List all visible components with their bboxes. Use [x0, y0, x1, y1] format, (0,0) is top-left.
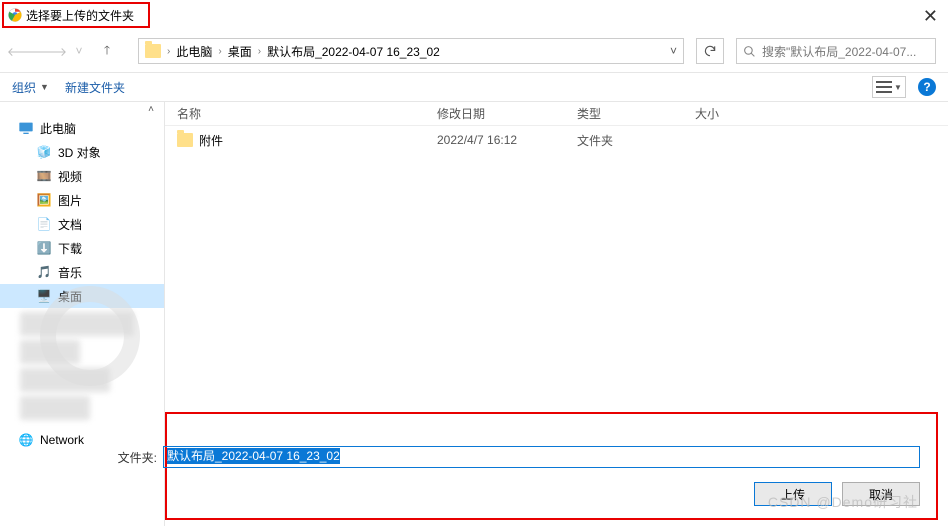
footer-box: 文件夹: 默认布局_2022-04-07 16_23_02 上传 取消 — [165, 412, 938, 520]
close-button[interactable]: ✕ — [923, 6, 938, 27]
folder-name-input[interactable]: 默认布局_2022-04-07 16_23_02 — [163, 446, 920, 468]
sidebar-item-desktop[interactable]: 🖥️桌面 — [0, 284, 164, 308]
folder-icon — [145, 44, 161, 58]
network-icon: 🌐 — [18, 432, 34, 448]
sidebar-item-this-pc[interactable]: 此电脑 — [0, 116, 164, 140]
refresh-button[interactable] — [696, 38, 724, 64]
file-type: 文件夹 — [577, 132, 695, 149]
upload-button[interactable]: 上传 — [754, 482, 832, 506]
file-row[interactable]: 附件 2022/4/7 16:12 文件夹 — [165, 126, 948, 154]
sidebar-item-redacted — [20, 396, 90, 420]
cancel-button[interactable]: 取消 — [842, 482, 920, 506]
video-icon: 🎞️ — [36, 168, 52, 184]
chevron-right-icon: › — [218, 46, 221, 57]
search-icon — [743, 45, 756, 58]
recent-dropdown[interactable]: ˅ — [68, 40, 90, 62]
file-date: 2022/4/7 16:12 — [437, 133, 577, 147]
search-placeholder: 搜索"默认布局_2022-04-07... — [762, 43, 916, 60]
breadcrumb[interactable]: 默认布局_2022-04-07 16_23_02 — [267, 43, 440, 60]
breadcrumb[interactable]: 桌面 — [228, 43, 252, 60]
new-folder-button[interactable]: 新建文件夹 — [65, 79, 125, 96]
cube-icon: 🧊 — [36, 144, 52, 160]
sidebar-item-videos[interactable]: 🎞️视频 — [0, 164, 164, 188]
column-header-date[interactable]: 修改日期 — [437, 105, 577, 122]
sidebar-item-music[interactable]: 🎵音乐 — [0, 260, 164, 284]
folder-icon — [177, 133, 193, 147]
file-list-pane: 名称 修改日期 类型 大小 附件 2022/4/7 16:12 文件夹 — [165, 102, 948, 411]
sidebar-item-documents[interactable]: 📄文档 — [0, 212, 164, 236]
file-name: 附件 — [199, 132, 223, 149]
desktop-icon: 🖥️ — [36, 288, 52, 304]
sidebar-item-redacted — [20, 340, 80, 364]
window-title: 选择要上传的文件夹 — [26, 7, 134, 24]
search-input[interactable]: 搜索"默认布局_2022-04-07... — [736, 38, 936, 64]
folder-name-label: 文件夹: — [112, 449, 157, 466]
back-button[interactable]: 🡐 — [12, 40, 34, 62]
chevron-right-icon: › — [258, 46, 261, 57]
address-bar[interactable]: › 此电脑 › 桌面 › 默认布局_2022-04-07 16_23_02 ˅ — [138, 38, 684, 64]
column-header-type[interactable]: 类型 — [577, 105, 695, 122]
help-button[interactable]: ? — [918, 78, 936, 96]
sidebar-item-3d[interactable]: 🧊3D 对象 — [0, 140, 164, 164]
pc-icon — [18, 120, 34, 136]
toolbar: 组织 ▼ 新建文件夹 ▼ ? — [0, 72, 948, 102]
column-header-name[interactable]: 名称 — [177, 105, 437, 122]
navigation-bar: 🡐 🡒 ˅ 🡑 › 此电脑 › 桌面 › 默认布局_2022-04-07 16_… — [0, 34, 948, 68]
download-icon: ⬇️ — [36, 240, 52, 256]
sort-caret-icon: ˄ — [148, 104, 154, 115]
up-button[interactable]: 🡑 — [96, 40, 118, 62]
column-headers: 名称 修改日期 类型 大小 — [165, 102, 948, 126]
sidebar-item-pictures[interactable]: 🖼️图片 — [0, 188, 164, 212]
organize-menu[interactable]: 组织 ▼ — [12, 79, 49, 96]
sidebar-item-downloads[interactable]: ⬇️下载 — [0, 236, 164, 260]
forward-button[interactable]: 🡒 — [40, 40, 62, 62]
column-header-size[interactable]: 大小 — [695, 105, 775, 122]
music-icon: 🎵 — [36, 264, 52, 280]
document-icon: 📄 — [36, 216, 52, 232]
chevron-right-icon: › — [167, 46, 170, 57]
view-options-button[interactable]: ▼ — [872, 76, 906, 98]
image-icon: 🖼️ — [36, 192, 52, 208]
breadcrumb[interactable]: 此电脑 — [176, 43, 212, 60]
address-dropdown[interactable]: ˅ — [670, 44, 677, 58]
sidebar-item-redacted — [20, 368, 110, 392]
sidebar-item-redacted — [20, 312, 134, 336]
chrome-icon — [8, 8, 22, 22]
window-title-box: 选择要上传的文件夹 — [2, 2, 150, 28]
